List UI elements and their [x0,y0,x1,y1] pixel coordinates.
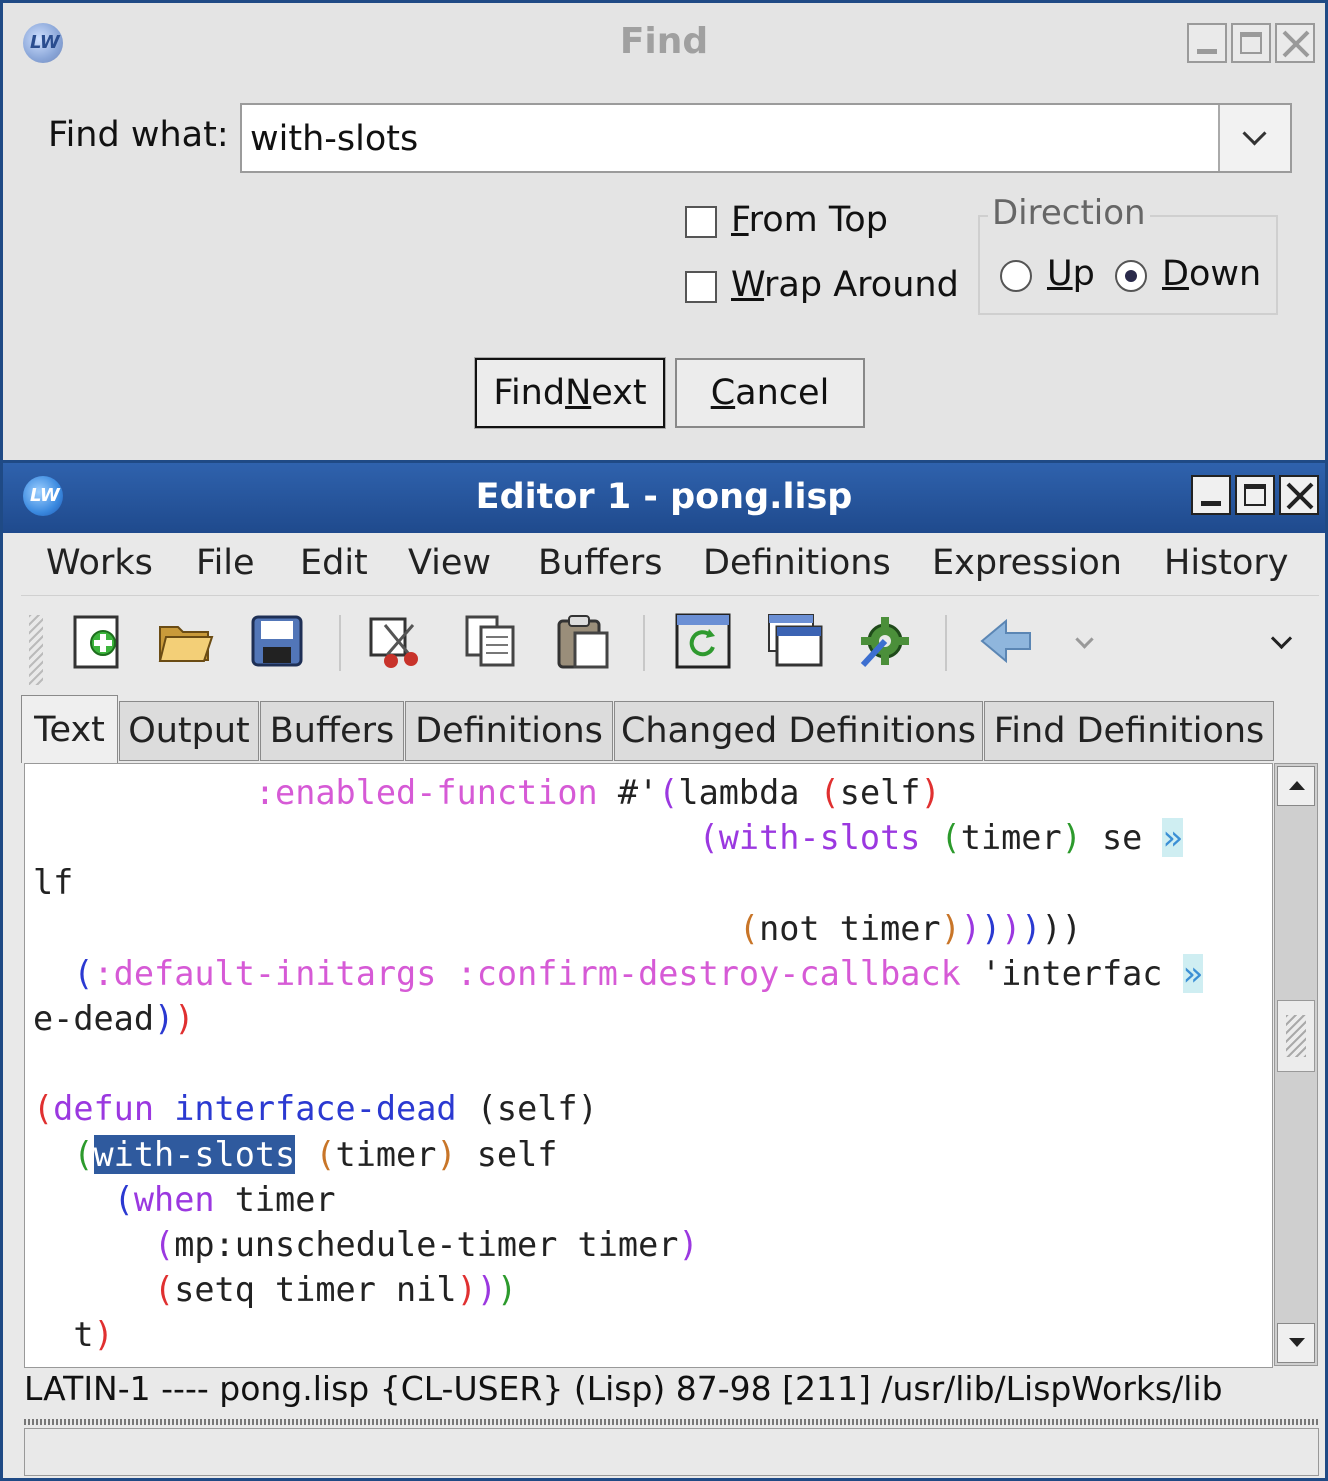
tab-text[interactable]: Text [21,695,118,763]
menu-file[interactable]: File [196,543,255,583]
open-folder-icon[interactable] [156,611,216,671]
chevron-down-icon [1242,121,1267,146]
direction-group-title: Direction [988,193,1150,233]
code-line: (setq timer nil))) [154,1270,518,1310]
back-arrow-icon[interactable] [976,611,1036,671]
minimize-button[interactable] [1191,475,1231,515]
save-icon[interactable] [247,611,307,671]
line-wrap-marker: » [1182,953,1203,993]
find-dialog: LW Find Find what: From Top Wrap Around … [0,0,1328,463]
code-line: (defun interface-dead (self) [33,1089,598,1129]
code-line: e-dead)) [33,999,195,1039]
direction-up-label: Up [1047,254,1095,294]
vertical-scrollbar[interactable] [1274,763,1318,1366]
code-line: (:default-initargs :confirm-destroy-call… [73,953,1203,993]
code-line: (mp:unschedule-timer timer) [154,1225,699,1265]
tab-definitions[interactable]: Definitions [405,701,613,761]
tab-changed-definitions[interactable]: Changed Definitions [614,701,983,761]
search-match-highlight: with-slots [93,1134,296,1174]
editor-title: Editor 1 - pong.lisp [475,477,853,517]
menu-buffers[interactable]: Buffers [538,543,662,583]
code-line: t) [33,1315,114,1355]
find-what-input[interactable] [248,113,1212,165]
menu-definitions[interactable]: Definitions [703,543,891,583]
editor-window: LW Editor 1 - pong.lisp Works File Edit … [0,463,1328,1481]
menu-edit[interactable]: Edit [300,543,368,583]
minimize-button[interactable] [1187,23,1227,63]
code-line: :enabled-function #'(lambda (self) [254,773,941,812]
find-history-dropdown-button[interactable] [1218,105,1290,171]
from-top-checkbox[interactable] [685,206,717,238]
code-line: (with-slots (timer) se » [698,818,1183,858]
direction-down-label: Down [1162,254,1262,294]
tab-output[interactable]: Output [119,701,259,761]
code-editor-text-area[interactable]: :enabled-function #'(lambda (self) (with… [24,763,1273,1368]
wrap-around-checkbox[interactable] [685,271,717,303]
toolbar-separator [339,615,341,671]
code-line: (when timer [113,1179,336,1219]
status-line: LATIN-1 ---- pong.lisp {CL-USER} (Lisp) … [24,1369,1223,1408]
code-line: lf [33,863,74,903]
maximize-button[interactable] [1231,23,1271,63]
menu-expression[interactable]: Expression [932,543,1122,583]
find-titlebar[interactable]: LW Find [3,3,1325,83]
editor-titlebar[interactable]: LW Editor 1 - pong.lisp [3,463,1325,533]
chevron-down-icon[interactable] [1075,630,1094,649]
scroll-down-button[interactable] [1277,1323,1315,1363]
direction-down-radio[interactable] [1115,260,1147,292]
menu-works[interactable]: Works [46,543,153,583]
new-window-icon[interactable] [765,611,825,671]
cut-icon[interactable] [367,611,427,671]
toolbar-separator [945,615,947,671]
toolbar-grip[interactable] [29,615,43,685]
menu-view[interactable]: View [408,543,491,583]
find-what-combobox[interactable] [240,103,1292,173]
tab-buffers[interactable]: Buffers [260,701,404,761]
code-line: (not timer))))))) [738,908,1082,948]
maximize-button[interactable] [1235,475,1275,515]
find-dialog-title: Find [619,21,709,62]
settings-gear-icon[interactable] [855,611,915,671]
editor-tabs: Text Output Buffers Definitions Changed … [21,693,1319,763]
close-button[interactable] [1279,475,1319,515]
toolbar-overflow-icon[interactable] [1270,627,1293,650]
toolbar [21,595,1319,693]
toolbar-separator [643,615,645,671]
cancel-button[interactable]: Cancel [675,358,865,428]
copy-icon[interactable] [461,611,521,671]
refresh-icon[interactable] [673,611,733,671]
find-next-button[interactable]: Find Next [474,357,666,429]
status-separator [24,1419,1319,1425]
code-line: (with-slots (timer) self [73,1134,558,1174]
scrollbar-thumb[interactable] [1277,1000,1315,1072]
menu-history[interactable]: History [1164,543,1289,583]
from-top-label: From Top [731,200,888,240]
paste-icon[interactable] [553,611,613,671]
direction-up-radio[interactable] [1000,260,1032,292]
close-button[interactable] [1275,23,1315,63]
tab-find-definitions[interactable]: Find Definitions [984,701,1274,761]
new-file-icon[interactable] [69,611,129,671]
echo-area[interactable] [24,1428,1319,1476]
code-view: :enabled-function #'(lambda (self) (with… [33,770,1203,1358]
menu-bar: Works File Edit View Buffers Definitions… [21,533,1319,596]
line-wrap-marker: » [1162,818,1183,858]
find-what-label: Find what: [48,115,229,155]
wrap-around-label: Wrap Around [731,265,959,305]
scroll-up-button[interactable] [1277,766,1315,806]
